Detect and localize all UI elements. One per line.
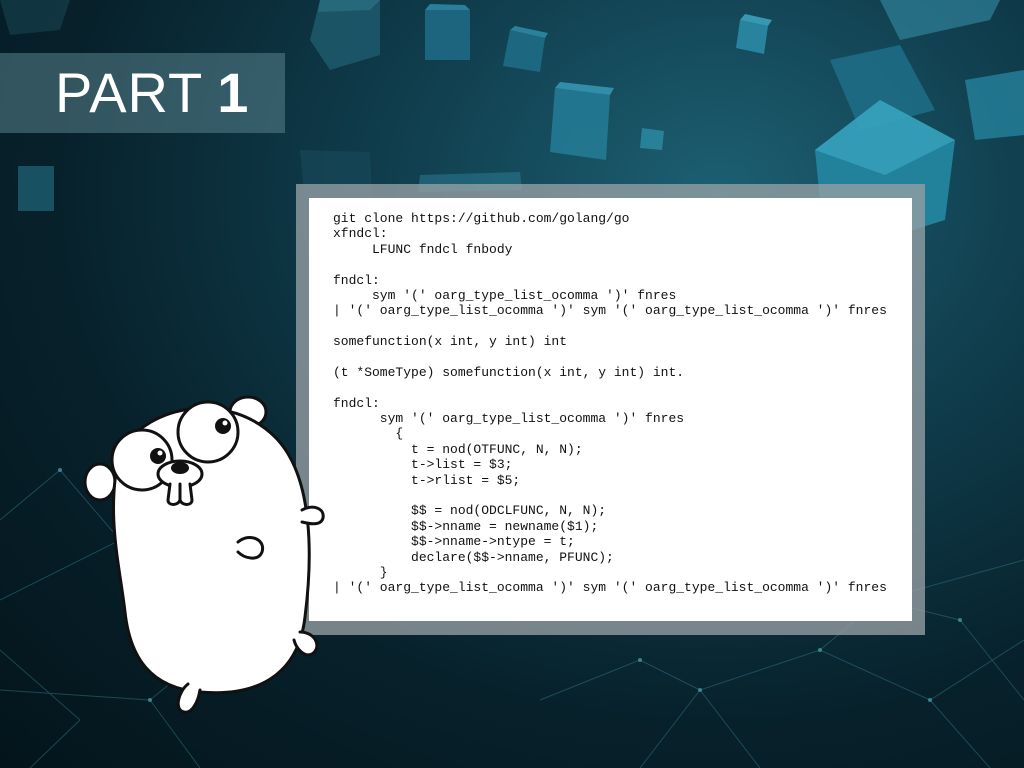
code-block: git clone https://github.com/golang/go xf… xyxy=(333,211,887,596)
cube xyxy=(503,26,548,72)
gopher-foot-right xyxy=(292,630,319,657)
code-line: git clone https://github.com/golang/go xyxy=(333,211,630,226)
code-line: $$->nname = newname($1); xyxy=(333,518,599,534)
code-line: } xyxy=(333,564,388,580)
code-line: | '(' oarg_type_list_ocomma ')' sym '(' … xyxy=(333,303,887,319)
code-line: { xyxy=(333,426,404,442)
code-line: LFUNC fndcl fnbody xyxy=(333,241,513,257)
gopher-mascot-icon xyxy=(83,395,325,714)
slide-title: PART 1 xyxy=(55,56,249,130)
slide-title-number: 1 xyxy=(217,61,250,124)
cube xyxy=(965,70,1024,140)
code-line: declare($$->nname, PFUNC); xyxy=(333,549,614,565)
cube xyxy=(425,4,470,60)
cube xyxy=(0,0,70,35)
cube xyxy=(736,14,772,54)
code-panel: git clone https://github.com/golang/go xf… xyxy=(309,198,912,621)
code-line: sym '(' oarg_type_list_ocomma ')' fnres xyxy=(333,411,685,427)
gopher-ear-left xyxy=(83,462,117,502)
code-line: $$->nname->ntype = t; xyxy=(333,534,575,550)
gopher-eye-right xyxy=(176,400,240,464)
cube xyxy=(18,166,54,211)
cube xyxy=(550,82,614,160)
code-line: sym '(' oarg_type_list_ocomma ')' fnres xyxy=(333,287,677,303)
code-line: t->rlist = $5; xyxy=(333,472,521,488)
gopher-arm-left xyxy=(236,536,265,560)
slide-title-word: PART xyxy=(55,61,204,124)
code-line: $$ = nod(ODCLFUNC, N, N); xyxy=(333,503,607,519)
code-line: t = nod(OTFUNC, N, N); xyxy=(333,441,583,457)
gopher-arm-right xyxy=(300,505,325,526)
cube xyxy=(880,0,1000,40)
cube xyxy=(640,128,664,150)
code-line: (t *SomeType) somefunction(x int, y int)… xyxy=(333,364,685,380)
code-line: | '(' oarg_type_list_ocomma ')' sym '(' … xyxy=(333,580,887,596)
code-line: fndcl: xyxy=(333,272,380,288)
code-line: somefunction(x int, y int) int xyxy=(333,334,568,350)
code-line: t->list = $3; xyxy=(333,457,513,473)
code-line: xfndcl: xyxy=(333,226,388,242)
cube xyxy=(310,0,380,70)
gopher-teeth xyxy=(166,482,194,506)
code-line: fndcl: xyxy=(333,395,380,411)
